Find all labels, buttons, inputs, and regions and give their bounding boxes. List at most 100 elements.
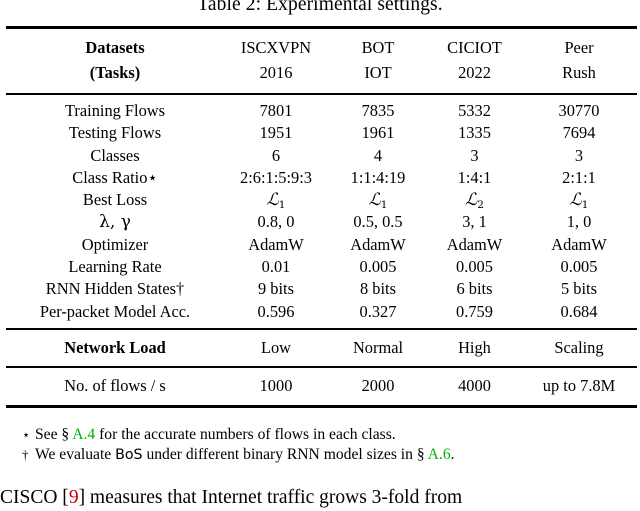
header-col-4-line2: Rush xyxy=(562,63,596,83)
table-row: Per-packet Model Acc. 0.596 0.327 0.759 … xyxy=(6,301,637,323)
cell-class-ratio-c2: 1:1:4:19 xyxy=(350,167,406,187)
cell-training-flows-c1: 7801 xyxy=(259,100,293,120)
cell-testing-flows-c4: 7694 xyxy=(562,123,596,143)
cell-learning-rate-c1: 0.01 xyxy=(261,257,291,277)
cell-optimizer-c4: AdamW xyxy=(551,234,607,254)
cell-training-flows-c3: 5332 xyxy=(458,100,491,120)
table-row: Classes 6 4 3 3 xyxy=(6,145,637,167)
cell-flows-c1: 1000 xyxy=(259,376,293,396)
header-tasks-label: (Tasks) xyxy=(89,63,141,83)
table-row: Testing Flows 1951 1961 1335 7694 xyxy=(6,122,637,144)
row-label-rnn-hidden-states: RNN Hidden States† xyxy=(45,279,185,299)
cell-lambda-gamma-c2: 0.5, 0.5 xyxy=(353,212,403,232)
header-datasets-label: Datasets xyxy=(85,38,145,58)
table-row: Training Flows 7801 7835 5332 30770 xyxy=(6,100,637,122)
row-label-per-packet-model-acc: Per-packet Model Acc. xyxy=(39,301,191,321)
body-paragraph: CISCO [9] measures that Internet traffic… xyxy=(0,486,640,509)
cell-optimizer-c3: AdamW xyxy=(446,234,503,254)
network-load-row: Network Load Low Normal High Scaling xyxy=(6,335,637,361)
header-col-3-line1: CICIOT xyxy=(447,38,502,58)
cell-optimizer-c2: AdamW xyxy=(350,234,406,254)
row-label-testing-flows: Testing Flows xyxy=(68,123,162,143)
footnote-dagger-mid: under different binary RNN model sizes i… xyxy=(142,446,428,464)
body-paragraph-post: ] measures that Internet traffic grows 3… xyxy=(78,487,463,508)
cell-testing-flows-c3: 1335 xyxy=(458,123,491,143)
header-col-2-line1: BOT xyxy=(361,38,395,58)
cell-lambda-gamma-c3: 3, 1 xyxy=(462,212,487,232)
body-paragraph-pre: CISCO [ xyxy=(0,487,69,508)
cell-lambda-gamma-c1: 0.8, 0 xyxy=(257,212,295,232)
cell-flows-c3: 4000 xyxy=(458,376,491,396)
cell-class-ratio-c3: 1:4:1 xyxy=(457,167,492,187)
footnote-dagger: † We evaluate BoS under different binary … xyxy=(22,445,632,465)
cell-learning-rate-c4: 0.005 xyxy=(560,257,598,277)
cell-lambda-gamma-c4: 1, 0 xyxy=(566,212,592,232)
table-bottom-rule xyxy=(6,404,637,408)
table-row: RNN Hidden States† 9 bits 8 bits 6 bits … xyxy=(6,278,637,300)
row-label-best-loss: Best Loss xyxy=(82,190,148,210)
cell-testing-flows-c1: 1951 xyxy=(259,123,293,143)
header-col-1-line1: ISCXVPN xyxy=(240,38,312,58)
cell-optimizer-c1: AdamW xyxy=(248,234,304,254)
footnote-dagger-pre: We evaluate xyxy=(35,446,116,464)
citation-link[interactable]: 9 xyxy=(69,487,79,508)
row-label-no-of-flows: No. of flows / s xyxy=(64,376,166,396)
cell-classes-c1: 6 xyxy=(271,145,281,165)
row-label-learning-rate: Learning Rate xyxy=(68,257,162,277)
cell-training-flows-c4: 30770 xyxy=(558,100,600,120)
row-label-classes: Classes xyxy=(90,145,140,165)
header-col-1-line2: 2016 xyxy=(259,63,293,83)
table-header-row-2: (Tasks) 2016 IOT 2022 Rush xyxy=(6,61,637,86)
cell-best-loss-c2: ℒ1 xyxy=(368,189,388,211)
loss-sub-c1: 1 xyxy=(278,198,286,211)
cell-flows-c4: up to 7.8M xyxy=(542,376,616,396)
footnote-star-marker: ⋆ xyxy=(22,427,31,442)
cell-classes-c4: 3 xyxy=(574,145,584,165)
cell-network-load-c3: High xyxy=(458,337,491,357)
cell-learning-rate-c2: 0.005 xyxy=(359,257,397,277)
loss-sub-c2: 1 xyxy=(380,198,388,211)
cell-network-load-c4: Scaling xyxy=(554,337,604,357)
footnote-dagger-marker: † xyxy=(22,447,29,463)
footnote-star-post: for the accurate numbers of flows in eac… xyxy=(95,426,396,443)
cell-classes-c2: 4 xyxy=(373,145,383,165)
cell-rnn-hidden-states-c2: 8 bits xyxy=(360,279,396,299)
cell-best-loss-c4: ℒ1 xyxy=(569,189,589,211)
footnote-dagger-post: . xyxy=(450,446,455,464)
experimental-settings-table-wrapper: Datasets ISCXVPN BOT CICIOT Peer (Tasks)… xyxy=(6,25,637,408)
table-caption: Table 2: Experimental settings. xyxy=(197,0,443,15)
table-row: λ, γ 0.8, 0 0.5, 0.5 3, 1 1, 0 xyxy=(6,211,637,233)
cell-rnn-hidden-states-c3: 6 bits xyxy=(456,279,493,299)
header-col-2-line2: IOT xyxy=(364,63,392,83)
cell-best-loss-c3: ℒ2 xyxy=(465,189,484,211)
flows-per-second-row: No. of flows / s 1000 2000 4000 up to 7.… xyxy=(6,373,637,400)
header-spacer-top xyxy=(6,28,637,37)
row-label-network-load: Network Load xyxy=(64,337,166,357)
cell-per-packet-model-acc-c3: 0.759 xyxy=(456,301,493,321)
table-row: Optimizer AdamW AdamW AdamW AdamW xyxy=(6,234,637,256)
cell-training-flows-c2: 7835 xyxy=(361,100,395,120)
cell-testing-flows-c2: 1961 xyxy=(361,123,395,143)
cell-class-ratio-c1: 2:6:1:5:9:3 xyxy=(240,167,312,187)
paper-page: Table 2: Experimental settings. Datasets… xyxy=(0,0,640,511)
experimental-settings-table: Datasets ISCXVPN BOT CICIOT Peer (Tasks)… xyxy=(6,25,637,408)
table-row: Learning Rate 0.01 0.005 0.005 0.005 xyxy=(6,256,637,278)
cell-rnn-hidden-states-c4: 5 bits xyxy=(561,279,597,299)
header-col-4-line1: Peer xyxy=(564,38,594,58)
loss-sub-c3: 2 xyxy=(477,198,484,211)
cell-class-ratio-c4: 2:1:1 xyxy=(562,167,596,187)
footnote-dagger-link[interactable]: A.6 xyxy=(428,446,451,463)
row-label-training-flows: Training Flows xyxy=(64,100,166,120)
footnote-star-pre: See § xyxy=(35,426,73,443)
loss-sub-c4: 1 xyxy=(581,198,589,211)
table-row: Class Ratio⋆ 2:6:1:5:9:3 1:1:4:19 1:4:1 … xyxy=(6,167,637,189)
cell-per-packet-model-acc-c4: 0.684 xyxy=(560,301,598,321)
cell-learning-rate-c3: 0.005 xyxy=(456,257,493,277)
cell-rnn-hidden-states-c1: 9 bits xyxy=(258,279,294,299)
footnote-star-link[interactable]: A.4 xyxy=(72,426,95,443)
row-label-optimizer: Optimizer xyxy=(81,234,149,254)
cell-per-packet-model-acc-c1: 0.596 xyxy=(257,301,295,321)
footnote-star: ⋆ See § A.4 for the accurate numbers of f… xyxy=(22,425,632,445)
header-spacer-bottom xyxy=(6,86,637,93)
footnote-dagger-system-name: BoS xyxy=(115,447,143,464)
